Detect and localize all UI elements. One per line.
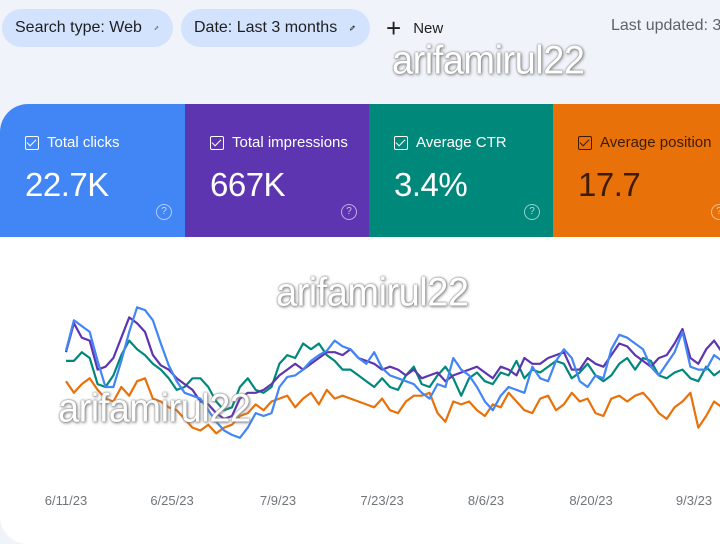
performance-line-chart: 6/11/23 6/25/23 7/9/23 7/23/23 8/6/23 8/… bbox=[45, 306, 720, 508]
x-tick-label: 8/20/23 bbox=[569, 493, 612, 508]
x-tick-label: 7/23/23 bbox=[360, 493, 403, 508]
series-line-average-position bbox=[65, 377, 720, 435]
x-tick-label: 6/25/23 bbox=[150, 493, 193, 508]
series-layer bbox=[64, 306, 720, 439]
x-axis-ticks: 6/11/23 6/25/23 7/9/23 7/23/23 8/6/23 8/… bbox=[45, 493, 712, 508]
x-tick-label: 9/3/23 bbox=[676, 493, 712, 508]
x-tick-label: 8/6/23 bbox=[468, 493, 504, 508]
x-tick-label: 6/11/23 bbox=[45, 493, 87, 508]
x-tick-label: 7/9/23 bbox=[260, 493, 296, 508]
